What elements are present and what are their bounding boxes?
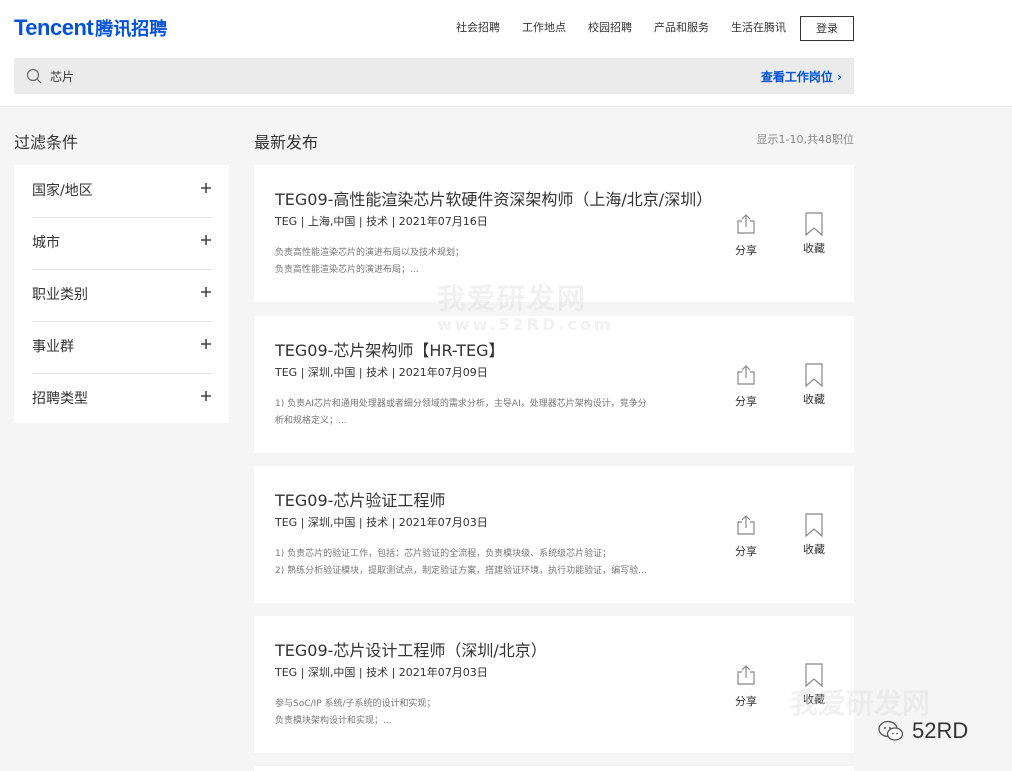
share-button[interactable]: 分享 [732, 364, 760, 410]
plus-icon [201, 391, 211, 401]
filter-label: 国家/地区 [32, 183, 93, 199]
bookmark-icon [805, 363, 823, 388]
header: Tencent 腾讯招聘 社会招聘 工作地点 校园招聘 产品和服务 生活在腾讯 … [0, 0, 1012, 107]
favorite-label: 收藏 [803, 543, 825, 556]
job-meta: TEG | 深圳,中国 | 技术 | 2021年07月09日 [275, 366, 488, 379]
favorite-label: 收藏 [803, 393, 825, 406]
filter-label: 事业群 [32, 339, 74, 355]
login-button[interactable]: 登录 [800, 16, 854, 41]
nav-products-services[interactable]: 产品和服务 [654, 19, 709, 37]
favorite-button[interactable]: 收藏 [800, 211, 828, 259]
latest-title: 最新发布 [254, 133, 319, 152]
logo-text-en: Tencent [14, 15, 94, 40]
nav-social-recruit[interactable]: 社会招聘 [456, 19, 500, 37]
favorite-label: 收藏 [803, 242, 825, 255]
favorite-button[interactable]: 收藏 [800, 512, 828, 560]
job-desc-line: 负责模块架构设计和实现；... [275, 716, 392, 726]
job-card[interactable] [254, 766, 854, 771]
job-description: 负责高性能渲染芯片的演进布局以及技术规划； 负责高性能渲染芯片的演进布局；... [275, 245, 705, 279]
filter-label: 招聘类型 [32, 391, 88, 407]
search-input[interactable] [50, 66, 550, 86]
job-desc-line: 负责高性能渲染芯片的演进布局以及技术规划； [275, 248, 465, 258]
job-meta: TEG | 深圳,中国 | 技术 | 2021年07月03日 [275, 516, 488, 529]
share-icon [737, 365, 755, 385]
top-nav: 社会招聘 工作地点 校园招聘 产品和服务 生活在腾讯 [456, 19, 786, 37]
filter-business-group[interactable]: 事业群 [32, 321, 212, 374]
job-description: 1) 负责芯片的验证工作，包括：芯片验证的全流程，负责模块级、系统级芯片验证； … [275, 546, 705, 580]
nav-life-at-tencent[interactable]: 生活在腾讯 [731, 19, 786, 37]
job-description: 参与SoC/IP 系统/子系统的设计和实现； 负责模块架构设计和实现；... [275, 696, 705, 730]
filter-country-region[interactable]: 国家/地区 [32, 165, 212, 218]
share-button[interactable]: 分享 [732, 514, 760, 560]
job-desc-line: 1) 负责AI芯片和通用处理器或者细分领域的需求分析，主导AI，处理器芯片架构设… [275, 399, 647, 409]
filter-label: 城市 [32, 235, 60, 251]
search-icon [26, 68, 42, 84]
job-card[interactable]: TEG09-芯片架构师【HR-TEG】 TEG | 深圳,中国 | 技术 | 2… [254, 316, 854, 453]
filter-label: 职业类别 [32, 287, 88, 303]
job-desc-line: 参与SoC/IP 系统/子系统的设计和实现； [275, 699, 436, 709]
nav-work-location[interactable]: 工作地点 [522, 19, 566, 37]
plus-icon [201, 183, 211, 193]
job-title[interactable]: TEG09-芯片架构师【HR-TEG】 [275, 337, 505, 361]
wechat-brand-mark: 52RD [878, 718, 968, 744]
share-label: 分享 [735, 395, 757, 408]
job-desc-line: 1) 负责芯片的验证工作，包括：芯片验证的全流程，负责模块级、系统级芯片验证； [275, 549, 612, 559]
tencent-logo[interactable]: Tencent 腾讯招聘 [14, 15, 167, 41]
job-title[interactable]: TEG09-芯片设计工程师（深圳/北京） [275, 637, 547, 661]
bookmark-icon [805, 212, 823, 237]
watermark-corner-text: 我爱研发网 [790, 687, 931, 720]
share-label: 分享 [735, 244, 757, 257]
plus-icon [201, 287, 211, 297]
logo-text-cn: 腾讯招聘 [95, 19, 168, 40]
watermark-text: 我爱研发网 [437, 282, 588, 315]
plus-icon [201, 235, 211, 245]
result-count: 显示1-10,共48职位 [756, 133, 854, 146]
filter-job-category[interactable]: 职业类别 [32, 269, 212, 322]
job-description: 1) 负责AI芯片和通用处理器或者细分领域的需求分析，主导AI，处理器芯片架构设… [275, 396, 705, 430]
share-button[interactable]: 分享 [732, 664, 760, 710]
job-meta: TEG | 深圳,中国 | 技术 | 2021年07月03日 [275, 666, 488, 679]
share-icon [737, 214, 755, 234]
filter-city[interactable]: 城市 [32, 217, 212, 270]
job-card[interactable]: TEG09-芯片设计工程师（深圳/北京） TEG | 深圳,中国 | 技术 | … [254, 616, 854, 753]
share-button[interactable]: 分享 [732, 213, 760, 259]
watermark-url: www.52RD.com [437, 315, 614, 334]
view-jobs-link[interactable]: 查看工作岗位 › [761, 68, 842, 85]
share-icon [737, 515, 755, 535]
job-desc-line: 析和规格定义；... [275, 416, 347, 426]
bookmark-icon [805, 513, 823, 538]
share-icon [737, 665, 755, 685]
plus-icon [201, 339, 211, 349]
job-title[interactable]: TEG09-芯片验证工程师 [275, 487, 445, 511]
filter-panel: 国家/地区 城市 职业类别 事业群 招聘类型 [14, 165, 229, 423]
brand-text: 52RD [912, 718, 969, 743]
search-bar: 查看工作岗位 › [14, 58, 854, 94]
wechat-icon [878, 720, 904, 741]
filter-title: 过滤条件 [14, 133, 79, 152]
job-desc-line: 2) 熟练分析验证模块，提取测试点，制定验证方案，搭建验证环境，执行功能验证，编… [275, 566, 647, 576]
share-label: 分享 [735, 695, 757, 708]
favorite-button[interactable]: 收藏 [800, 362, 828, 410]
share-label: 分享 [735, 545, 757, 558]
job-meta: TEG | 上海,中国 | 技术 | 2021年07月16日 [275, 215, 488, 228]
job-title[interactable]: TEG09-高性能渲染芯片软硬件资深架构师（上海/北京/深圳） [275, 186, 712, 210]
job-card[interactable]: TEG09-芯片验证工程师 TEG | 深圳,中国 | 技术 | 2021年07… [254, 466, 854, 603]
filter-recruit-type[interactable]: 招聘类型 [32, 373, 212, 425]
nav-campus-recruit[interactable]: 校园招聘 [588, 19, 632, 37]
